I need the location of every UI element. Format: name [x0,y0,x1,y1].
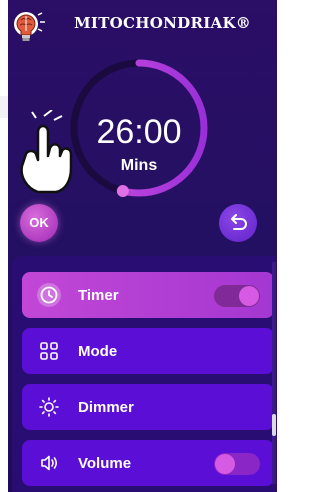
timer-toggle-switch[interactable] [214,285,260,307]
timer-unit-label: Mins [120,157,158,174]
menu-item-label: Dimmer [78,398,134,416]
toggle-knob [215,454,235,474]
volume-toggle-switch[interactable] [214,453,260,475]
dial-handle[interactable] [116,184,129,197]
timer-dial[interactable]: 26:00 Mins [66,55,212,201]
menu-item-label: Mode [78,342,118,360]
grid-icon [36,338,62,364]
speaker-icon [36,450,62,476]
timer-time-display: 26:00 [96,113,182,151]
menu-item-timer[interactable]: Timer [22,272,274,318]
sun-icon [36,394,62,420]
ok-button[interactable]: OK [20,204,58,242]
undo-arrow-icon [231,214,247,230]
device-screen: MITOCHONDRIAK® 26:00 Mins OK Timer Mode … [8,0,277,492]
menu-item-mode[interactable]: Mode [22,328,274,374]
menu-item-volume[interactable]: Volume [22,440,274,486]
menu-item-dimmer[interactable]: Dimmer [22,384,274,430]
app-brand-title: MITOCHONDRIAK® [74,14,252,32]
header: MITOCHONDRIAK® [8,0,277,54]
brain-bulb-logo-icon [12,10,46,50]
menu-scrollbar[interactable] [272,262,276,484]
toggle-knob [239,286,259,306]
clock-icon [36,282,62,308]
menu-panel: Timer Mode Dimmer Volume [12,256,277,492]
menu-item-label: Volume [78,454,132,472]
scrollbar-thumb[interactable] [272,414,276,436]
pointing-hand-icon [16,109,78,196]
back-button[interactable] [219,204,257,242]
menu-item-label: Timer [78,286,119,304]
